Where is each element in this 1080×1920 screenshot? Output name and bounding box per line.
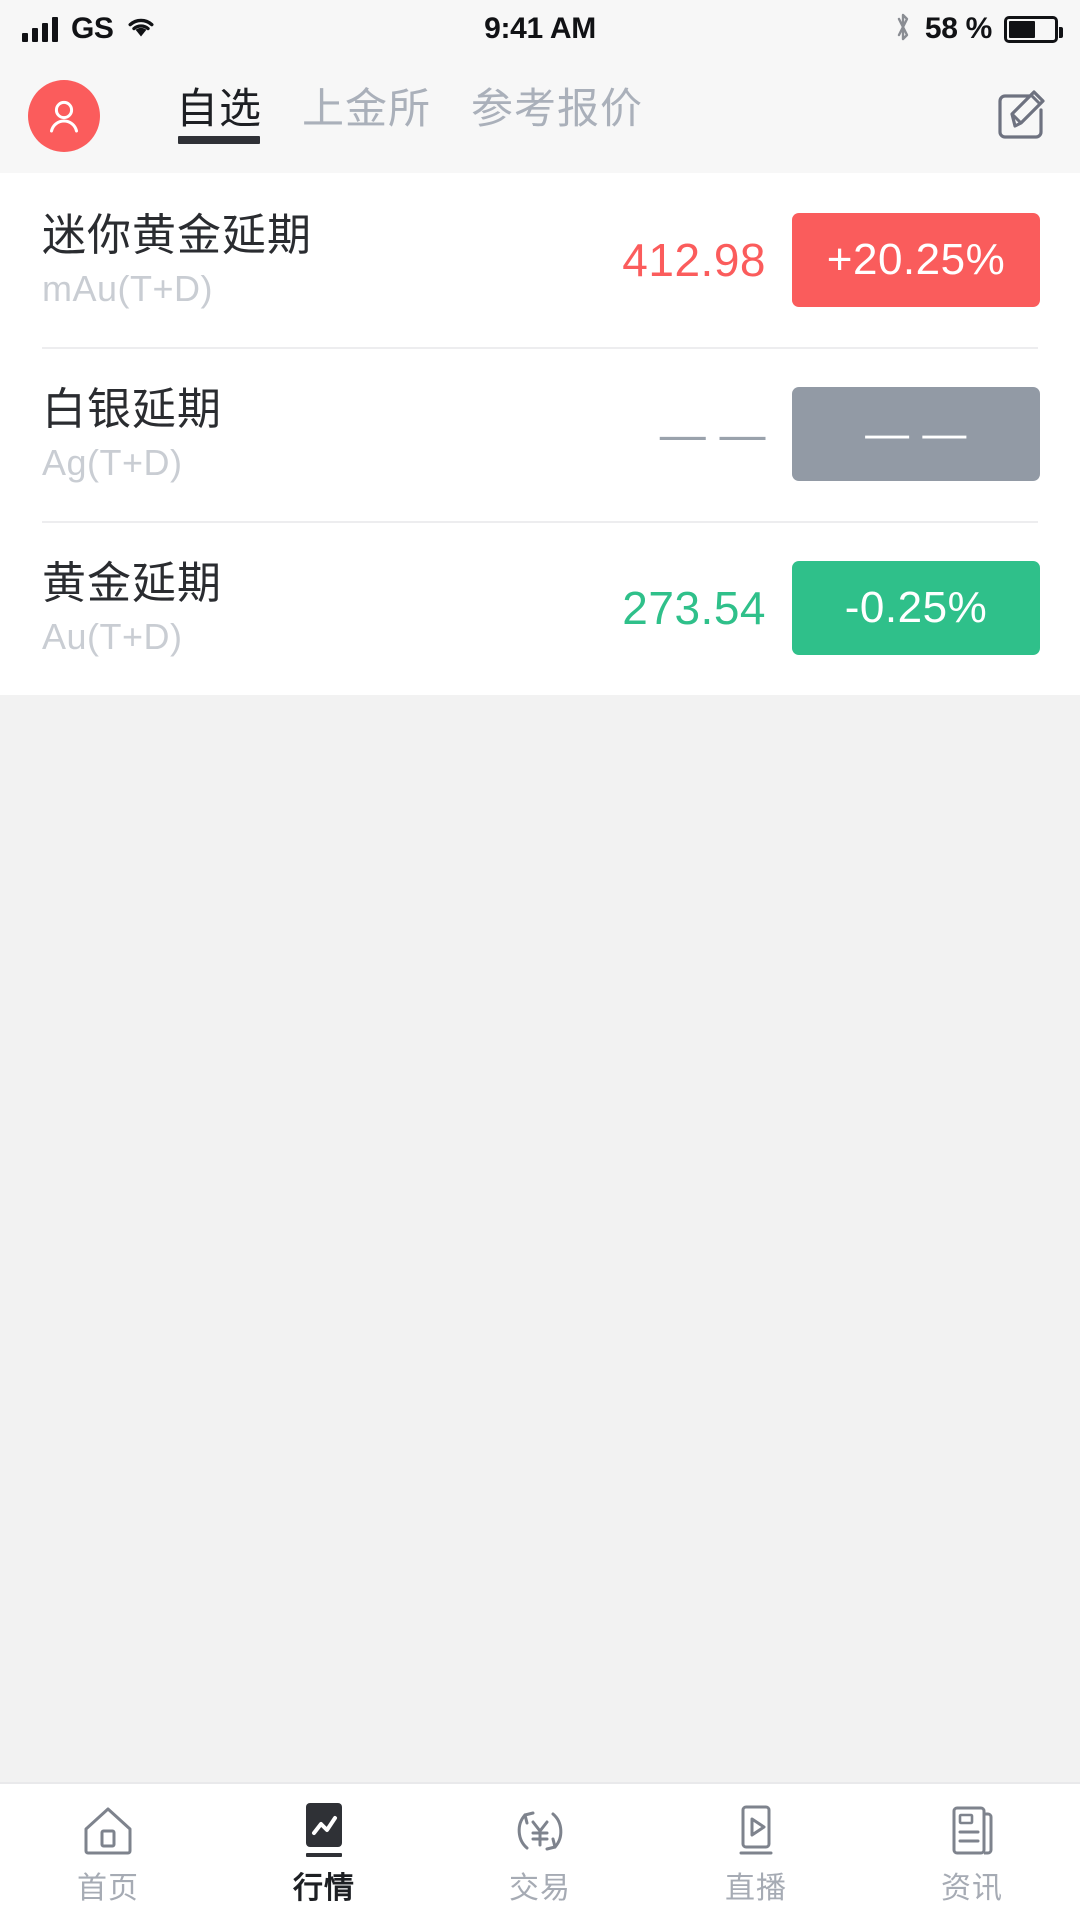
quote-price: 273.54 bbox=[622, 582, 766, 634]
quote-name-group: 迷你黄金延期 mAu(T+D) bbox=[42, 212, 312, 307]
currency-exchange-icon bbox=[511, 1800, 569, 1862]
user-avatar-icon bbox=[50, 100, 78, 132]
battery-icon bbox=[1004, 15, 1063, 43]
edit-square-pencil-icon bbox=[998, 89, 1045, 139]
home-icon bbox=[79, 1800, 137, 1862]
tab-news[interactable]: 资讯 bbox=[864, 1800, 1080, 1904]
quote-price: 412.98 bbox=[622, 234, 766, 286]
quote-name-group: 白银延期 Ag(T+D) bbox=[42, 386, 222, 481]
header-tabs: 自选 上金所 参考报价 bbox=[176, 84, 644, 144]
tab-news-label: 资讯 bbox=[941, 1872, 1003, 1905]
tab-zixuan-label: 自选 bbox=[176, 84, 263, 132]
table-row[interactable]: 白银延期 Ag(T+D) — — — — bbox=[0, 347, 1080, 521]
quote-name-cn: 白银延期 bbox=[42, 385, 222, 435]
tab-cankaobaojia-label: 参考报价 bbox=[471, 84, 644, 132]
bottom-tab-bar: 首页 行情 交易 直播 资讯 bbox=[0, 1782, 1080, 1920]
quote-value-group: — — — — bbox=[592, 387, 1040, 481]
quote-price: — — bbox=[659, 408, 766, 460]
app-root: GS 9:41 AM 58 % 自选 上金所 参考报价 迷你黄金延期 mAu(T… bbox=[0, 0, 1080, 1920]
quote-value-group: 273.54 -0.25% bbox=[592, 561, 1040, 655]
tab-market[interactable]: 行情 bbox=[216, 1800, 432, 1904]
carrier-label: GS bbox=[71, 12, 114, 45]
news-document-icon bbox=[943, 1800, 1001, 1862]
tab-trade-label: 交易 bbox=[509, 1872, 571, 1905]
battery-percent-label: 58 % bbox=[924, 12, 992, 45]
tab-live[interactable]: 直播 bbox=[648, 1800, 864, 1904]
live-play-icon bbox=[727, 1800, 785, 1862]
tab-home-label: 首页 bbox=[77, 1872, 139, 1905]
quote-change-badge: +20.25% bbox=[792, 213, 1040, 307]
quote-name-en: mAu(T+D) bbox=[42, 267, 214, 309]
status-bar: GS 9:41 AM 58 % bbox=[0, 0, 1080, 58]
tab-trade[interactable]: 交易 bbox=[432, 1800, 648, 1904]
avatar[interactable] bbox=[28, 79, 100, 152]
quote-change-badge: -0.25% bbox=[792, 561, 1040, 655]
status-bar-left: GS bbox=[22, 14, 156, 44]
wifi-icon bbox=[126, 15, 156, 44]
nav-header: 自选 上金所 参考报价 bbox=[0, 58, 1080, 173]
quote-list: 迷你黄金延期 mAu(T+D) 412.98 +20.25% 白银延期 Ag(T… bbox=[0, 173, 1080, 695]
tab-zixuan[interactable]: 自选 bbox=[176, 84, 263, 144]
quote-name-group: 黄金延期 Au(T+D) bbox=[42, 560, 222, 655]
quote-value-group: 412.98 +20.25% bbox=[592, 213, 1040, 307]
signal-bars-icon bbox=[22, 16, 58, 42]
quote-name-cn: 黄金延期 bbox=[42, 559, 222, 609]
quote-name-en: Au(T+D) bbox=[42, 615, 183, 657]
quote-name-en: Ag(T+D) bbox=[42, 441, 183, 483]
market-chart-icon bbox=[295, 1800, 353, 1862]
tab-market-label: 行情 bbox=[293, 1872, 355, 1905]
table-row[interactable]: 迷你黄金延期 mAu(T+D) 412.98 +20.25% bbox=[0, 173, 1080, 347]
tab-cankaobaojia[interactable]: 参考报价 bbox=[471, 84, 644, 144]
edit-button[interactable] bbox=[990, 85, 1052, 147]
tab-live-label: 直播 bbox=[725, 1872, 787, 1905]
table-row[interactable]: 黄金延期 Au(T+D) 273.54 -0.25% bbox=[0, 521, 1080, 695]
status-bar-right: 58 % bbox=[893, 11, 1063, 48]
bluetooth-icon bbox=[893, 11, 913, 48]
tab-shangjinsuo-label: 上金所 bbox=[302, 84, 432, 132]
empty-content-area bbox=[0, 695, 1080, 1782]
tab-shangjinsuo[interactable]: 上金所 bbox=[302, 84, 432, 144]
quote-name-cn: 迷你黄金延期 bbox=[42, 211, 312, 261]
quote-change-badge: — — bbox=[792, 387, 1040, 481]
tab-home[interactable]: 首页 bbox=[0, 1800, 216, 1904]
